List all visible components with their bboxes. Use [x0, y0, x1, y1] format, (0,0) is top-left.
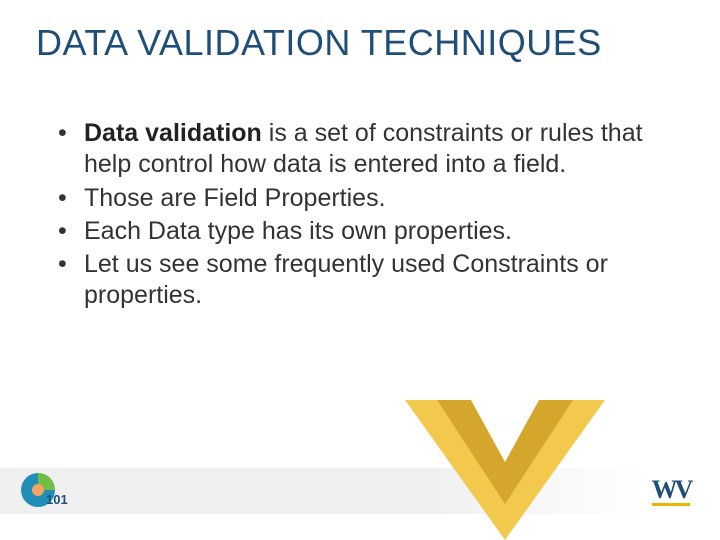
- bullet-list: Data validation is a set of constraints …: [54, 118, 670, 312]
- bullet-text: Let us see some frequently used Constrai…: [84, 250, 608, 309]
- wv-logo-text: WV: [652, 478, 691, 505]
- list-item: Let us see some frequently used Constrai…: [54, 249, 670, 312]
- footer-band: [0, 468, 720, 514]
- slide-title: DATA VALIDATION TECHNIQUES: [36, 22, 700, 64]
- slide-body: Data validation is a set of constraints …: [54, 118, 670, 314]
- course-logo-icon: 101: [20, 470, 68, 510]
- list-item: Data validation is a set of constraints …: [54, 118, 670, 181]
- slide: DATA VALIDATION TECHNIQUES Data validati…: [0, 0, 720, 540]
- bullet-bold: Data validation: [84, 119, 262, 147]
- course-logo-label: 101: [46, 492, 68, 507]
- list-item: Those are Field Properties.: [54, 183, 670, 214]
- bullet-text: Each Data type has its own properties.: [84, 217, 512, 245]
- list-item: Each Data type has its own properties.: [54, 216, 670, 247]
- wv-logo-icon: WV: [646, 474, 696, 510]
- bullet-text: Those are Field Properties.: [84, 184, 386, 212]
- footer-bottom-bar: [0, 514, 720, 540]
